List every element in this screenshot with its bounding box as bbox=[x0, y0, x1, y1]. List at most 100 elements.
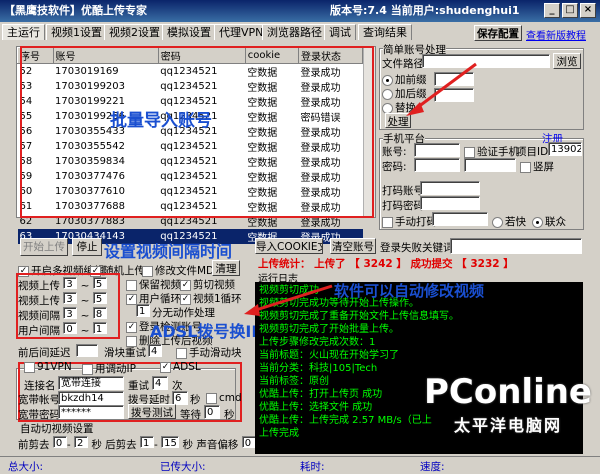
cmd-checkbox[interactable]: cmd bbox=[206, 392, 242, 404]
wait-label: 等待 bbox=[180, 409, 201, 421]
log-line: 当前标题：火山现在开始学习了 bbox=[259, 350, 399, 361]
annotation-arrow-2-icon bbox=[244, 284, 333, 316]
user-interval-max-input[interactable]: 1 bbox=[92, 322, 107, 334]
retry-label: 重试 bbox=[128, 380, 149, 392]
cut-video-checkbox[interactable]: ✓ 剪切视频 bbox=[180, 277, 235, 292]
clear-button[interactable]: 清理 bbox=[212, 260, 240, 276]
video-length-min-input[interactable]: 3 bbox=[63, 292, 78, 304]
annotation-batch-import: 批量导入账号 bbox=[110, 111, 212, 131]
wait-unit: 秒 bbox=[224, 409, 235, 421]
radio-lianzhong[interactable]: 联众 bbox=[532, 214, 566, 229]
tab-0[interactable]: 主运行 bbox=[2, 24, 45, 40]
tab-4[interactable]: 代理VPN bbox=[214, 24, 269, 40]
status-uploaded: 已传大小: bbox=[160, 461, 206, 473]
video-interval-max-input[interactable]: 8 bbox=[92, 307, 107, 319]
minimize-icon[interactable]: _ bbox=[544, 3, 560, 18]
coder-account-label: 打码账号 bbox=[382, 185, 424, 197]
video-upload-max-input[interactable]: 5 bbox=[92, 277, 107, 289]
retry-input[interactable]: 4 bbox=[152, 376, 168, 390]
dial-test-button[interactable]: 拨号测试 bbox=[128, 404, 176, 419]
tab-3[interactable]: 模拟设置 bbox=[162, 24, 216, 40]
manual-code-input[interactable] bbox=[432, 212, 488, 226]
slide-retry-label: 滑块重试 bbox=[104, 347, 146, 359]
status-time: 耗时: bbox=[300, 461, 325, 473]
upload-stats: 上传统计： 上传了 【 3242 】 成功提交 【 3232 】 bbox=[258, 258, 514, 270]
video-length-row: 视频上传 3 ~ 5 bbox=[18, 292, 107, 308]
import-cookie-button[interactable]: 导入COOKIE文件 bbox=[255, 238, 323, 254]
start-upload-button[interactable]: 开始上传 bbox=[20, 238, 68, 256]
tutorial-link[interactable]: 查看新版教程 bbox=[526, 27, 586, 42]
annotation-adsl: ADSL拨号换IP bbox=[150, 322, 264, 341]
status-total: 总大小: bbox=[8, 461, 44, 473]
tab-2[interactable]: 视频2设置 bbox=[104, 24, 165, 40]
user-loop-checkbox[interactable]: ✓ 用户循环 bbox=[126, 291, 181, 306]
user-interval-min-input[interactable]: 0 bbox=[63, 322, 78, 334]
annotation-set-interval: 设置视频间隔时间 bbox=[104, 242, 233, 261]
phone-select[interactable] bbox=[464, 158, 516, 172]
vertical-checkbox[interactable]: 竖屏 bbox=[520, 159, 554, 174]
annotation-arrow-icon bbox=[406, 62, 477, 116]
video-loop-checkbox[interactable]: ✓ 视频1循环 bbox=[180, 291, 242, 306]
status-speed: 速度: bbox=[420, 461, 445, 473]
minutes-input[interactable]: 1 bbox=[136, 304, 150, 317]
project-id-label: 项目ID bbox=[516, 146, 549, 158]
conn-name-label: 连接名 bbox=[24, 380, 56, 392]
coder-password-input[interactable] bbox=[420, 196, 480, 210]
adsl-checkbox[interactable]: ✓ ADSL bbox=[160, 361, 201, 373]
phone-password-input[interactable] bbox=[414, 158, 460, 172]
phone-account-input[interactable] bbox=[414, 143, 460, 157]
stop-button[interactable]: 停止 bbox=[72, 238, 102, 256]
log-line: 视频剪切完成了开始批量上传。 bbox=[259, 324, 399, 335]
maximize-icon[interactable]: □ bbox=[562, 3, 578, 18]
manual-slide-checkbox[interactable]: 手动滑动块 bbox=[176, 345, 242, 360]
login-fail-input[interactable] bbox=[450, 238, 582, 254]
video-interval-label: 视频间隔 bbox=[18, 310, 60, 322]
close-icon[interactable]: × bbox=[580, 3, 596, 18]
bb-password-label: 宽带密码 bbox=[18, 409, 60, 421]
modify-md5-checkbox[interactable]: 修改文件MD5 bbox=[142, 263, 221, 278]
user-interval-label: 用户间隔 bbox=[18, 325, 60, 337]
annotation-box-table bbox=[20, 46, 374, 218]
auto-cut-title: 自动切视频设置 bbox=[20, 423, 94, 435]
video-interval-row: 视频间隔 3 ~ 8 bbox=[18, 307, 107, 323]
bb-account-input[interactable]: bkzdh14 bbox=[58, 391, 124, 405]
window-title: 【黑鹰技软件】优酷上传专家 bbox=[4, 4, 147, 17]
bb-account-label: 宽带帐号 bbox=[18, 394, 60, 406]
status-bar: 总大小: 已传大小: 耗时: 速度: bbox=[0, 456, 600, 474]
keep-video-checkbox[interactable]: 保留视频 bbox=[126, 277, 181, 292]
tab-1[interactable]: 视频1设置 bbox=[46, 24, 107, 40]
video-upload-min-input[interactable]: 3 bbox=[63, 277, 78, 289]
video-interval-min-input[interactable]: 3 bbox=[63, 307, 78, 319]
auto-cut-row: 前剪去 0- 2 秒 后剪去 1- 15 秒 声音偏移 0 秒 bbox=[18, 436, 270, 452]
radio-ruokuai[interactable]: 若快 bbox=[492, 214, 526, 229]
manual-code-checkbox[interactable]: 手动打码 bbox=[382, 214, 437, 229]
annotation-auto-modify: 软件可以自动修改视频 bbox=[334, 282, 485, 300]
vpn-checkbox[interactable]: 91VPN bbox=[24, 361, 72, 373]
verify-phone-checkbox[interactable]: 验证手机 bbox=[464, 144, 519, 159]
dialup-checkbox[interactable]: 用调动IP bbox=[82, 361, 136, 376]
slide-retry-input[interactable]: 4 bbox=[148, 344, 162, 357]
user-interval-row: 用户间隔 0 ~ 1 bbox=[18, 322, 107, 338]
project-id-input[interactable]: 13902 bbox=[548, 142, 582, 156]
pre-delay-input[interactable] bbox=[76, 344, 98, 357]
clear-accounts-button[interactable]: 清空账号 bbox=[330, 238, 376, 254]
tab-5[interactable]: 浏览器路径 bbox=[262, 24, 327, 40]
tab-6[interactable]: 调试 bbox=[324, 24, 356, 40]
pre-delay-label: 前后间延迟 bbox=[18, 347, 71, 359]
log-line: 上传步骤修改完成次数：1 bbox=[259, 337, 376, 348]
dial-delay-input[interactable]: 6 bbox=[172, 391, 188, 405]
save-config-button[interactable]: 保存配置 bbox=[474, 25, 522, 41]
conn-name-input[interactable]: 宽带连接 bbox=[58, 376, 124, 390]
login-fail-label: 登录失败关键词 bbox=[380, 242, 454, 254]
pconline-logo: PConline 太平洋电脑网 bbox=[423, 372, 592, 435]
tab-7[interactable]: 查询结果 bbox=[358, 24, 412, 40]
bb-password-input[interactable]: ****** bbox=[58, 405, 124, 419]
wait-input[interactable]: 0 bbox=[204, 405, 220, 419]
dial-delay-unit: 秒 bbox=[190, 394, 201, 406]
coder-password-label: 打码密码 bbox=[382, 200, 424, 212]
video-length-max-input[interactable]: 5 bbox=[92, 292, 107, 304]
coder-account-input[interactable] bbox=[420, 181, 480, 195]
browse-button[interactable]: 浏览 bbox=[553, 53, 581, 69]
video-upload-label: 视频上传 bbox=[18, 280, 60, 292]
phone-account-label: 账号: bbox=[382, 146, 407, 158]
